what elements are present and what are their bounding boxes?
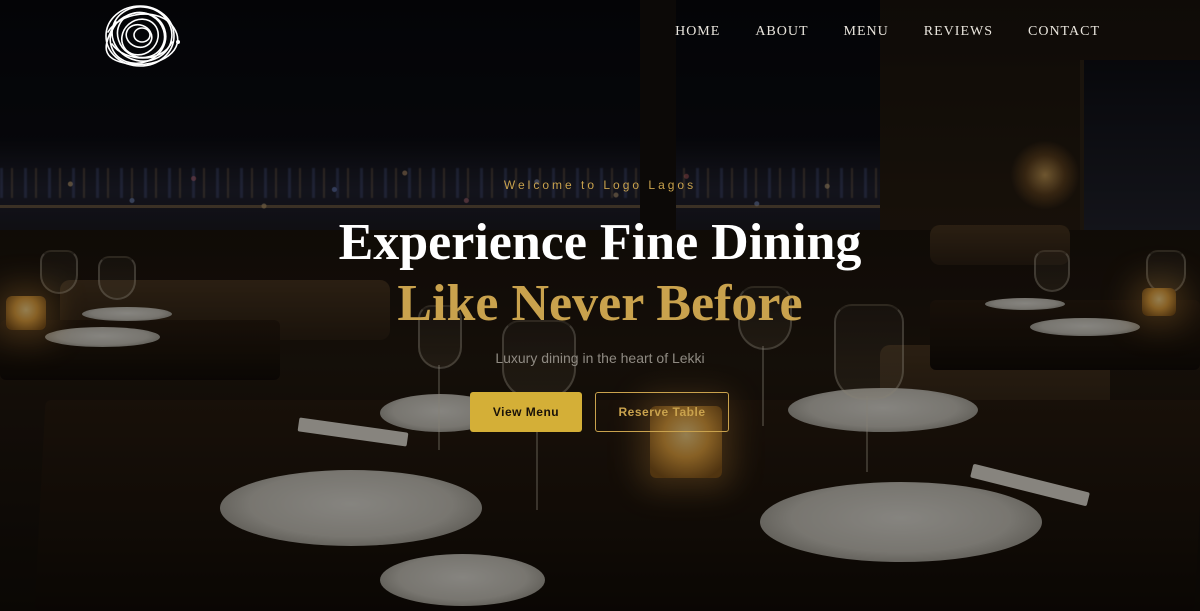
hero-title-line1: Experience Fine Dining: [338, 214, 862, 271]
hero-eyebrow: Welcome to Logo Lagos: [503, 178, 697, 192]
view-menu-button[interactable]: View Menu: [470, 392, 582, 432]
reserve-table-button[interactable]: Reserve Table: [595, 392, 729, 432]
hero-section: Welcome to Logo Lagos Experience Fine Di…: [0, 0, 1200, 611]
hero-title-line2: Like Never Before: [397, 275, 803, 332]
hero-subtitle: Luxury dining in the heart of Lekki: [495, 350, 705, 366]
